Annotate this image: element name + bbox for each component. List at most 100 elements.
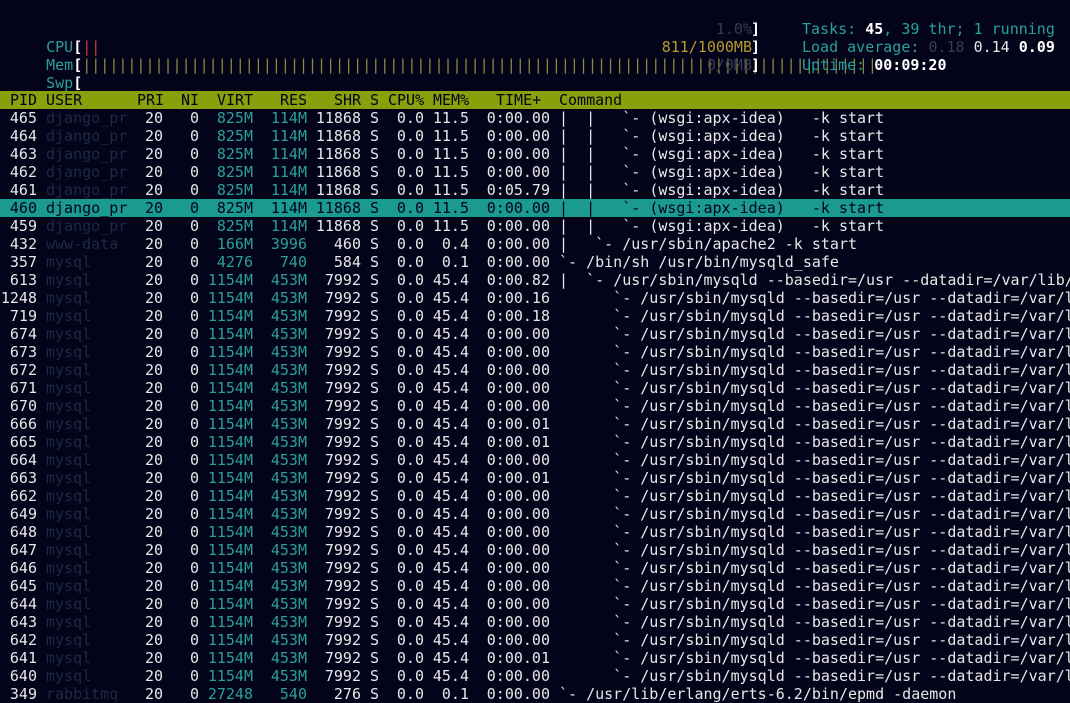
table-row[interactable]: 1248 mysql 20 0 1154M 453M 7992 S 0.0 45.4 0:00.16… (0, 289, 1070, 307)
table-row[interactable]: 665 mysql 20 0 1154M 453M 7992 S 0.0 45.4 0:00.01 … (0, 433, 1070, 451)
table-row[interactable]: 646 mysql 20 0 1154M 453M 7992 S 0.0 45.4 0:00.00 … (0, 559, 1070, 577)
column-ni[interactable]: NI (181, 91, 199, 109)
table-row[interactable]: 357 mysql 20 0 4276 740 584 S 0.0 0.1 0:00.00 `- /b… (0, 253, 1070, 271)
pri-cell: 20 (144, 505, 163, 523)
table-row[interactable]: 349 rabbitmq 20 0 27248 540 276 S 0.0 0.1 0:00.00 `… (0, 685, 1070, 703)
state-cell: S (370, 217, 380, 235)
shr-cell: 11868 (315, 145, 361, 163)
pri-cell: 20 (144, 145, 163, 163)
tree-branch: `- (559, 397, 641, 415)
pid-cell: 1248 (0, 289, 37, 307)
meters-panel: CPU[|| 1.0% ] Mem[||||||||||||||||||||||… (10, 20, 877, 92)
res-cell: 453M (270, 667, 307, 685)
column-user[interactable]: USER (46, 91, 82, 109)
tree-branch: `- (559, 451, 641, 469)
res-cell: 453M (270, 379, 307, 397)
table-row[interactable]: 645 mysql 20 0 1154M 453M 7992 S 0.0 45.4 0:00.00 … (0, 577, 1070, 595)
column-pri[interactable]: PRI (137, 91, 164, 109)
column-state[interactable]: S (370, 91, 379, 109)
shr-cell: 7992 (324, 433, 361, 451)
table-row[interactable]: 672 mysql 20 0 1154M 453M 7992 S 0.0 45.4 0:00.00 … (0, 361, 1070, 379)
table-row[interactable]: 670 mysql 20 0 1154M 453M 7992 S 0.0 45.4 0:00.00 … (0, 397, 1070, 415)
table-row[interactable]: 647 mysql 20 0 1154M 453M 7992 S 0.0 45.4 0:00.00 … (0, 541, 1070, 559)
table-row[interactable]: 662 mysql 20 0 1154M 453M 7992 S 0.0 45.4 0:00.00 … (0, 487, 1070, 505)
pri-cell: 20 (144, 217, 163, 235)
shr-cell: 7992 (324, 361, 361, 379)
virt-cell: 4276 (216, 253, 253, 271)
table-row-selected[interactable]: 460 django_pr 20 0 825M 114M 11868 S 0.0 11.5 0:00… (0, 199, 1070, 217)
table-row[interactable]: 613 mysql 20 0 1154M 453M 7992 S 0.0 45.4 0:00.82 |… (0, 271, 1070, 289)
state-cell: S (370, 289, 380, 307)
time-cell: 0:00.00 (486, 253, 550, 271)
mem-meter-value: 811/1000MB (661, 38, 752, 56)
res-cell: 453M (270, 541, 307, 559)
res-cell: 453M (270, 649, 307, 667)
process-list: 465 django_pr 20 0 825M 114M 11868 S 0.0 11.5 0:00… (0, 109, 1070, 703)
pri-cell: 20 (144, 289, 163, 307)
table-row[interactable]: 644 mysql 20 0 1154M 453M 7992 S 0.0 45.4 0:00.00 … (0, 595, 1070, 613)
ni-cell: 0 (189, 163, 199, 181)
virt-cell: 1154M (207, 307, 253, 325)
time-cell: 0:00.18 (486, 307, 550, 325)
column-command[interactable]: Command (559, 91, 622, 109)
state-cell: S (370, 181, 380, 199)
table-row[interactable]: 674 mysql 20 0 1154M 453M 7992 S 0.0 45.4 0:00.00 … (0, 325, 1070, 343)
column-shr[interactable]: SHR (334, 91, 361, 109)
mem-cell: 45.4 (432, 505, 469, 523)
time-cell: 0:00.00 (486, 487, 550, 505)
virt-cell: 1154M (207, 379, 253, 397)
table-row[interactable]: 641 mysql 20 0 1154M 453M 7992 S 0.0 45.4 0:00.01 … (0, 649, 1070, 667)
ni-cell: 0 (189, 181, 199, 199)
table-row[interactable]: 643 mysql 20 0 1154M 453M 7992 S 0.0 45.4 0:00.00 … (0, 613, 1070, 631)
column-pid[interactable]: PID (10, 91, 37, 109)
table-row[interactable]: 464 django_pr 20 0 825M 114M 11868 S 0.0 11.5 0:00… (0, 127, 1070, 145)
pri-cell: 20 (144, 649, 163, 667)
table-row[interactable]: 671 mysql 20 0 1154M 453M 7992 S 0.0 45.4 0:00.00 … (0, 379, 1070, 397)
state-cell: S (370, 307, 380, 325)
column-res[interactable]: RES (280, 91, 307, 109)
table-row[interactable]: 673 mysql 20 0 1154M 453M 7992 S 0.0 45.4 0:00.00 … (0, 343, 1070, 361)
command-cell: /usr/sbin/mysqld --basedir=/usr --datadi… (640, 595, 1070, 613)
shr-cell: 11868 (315, 109, 361, 127)
column-time[interactable]: TIME+ (496, 91, 541, 109)
pid-cell: 648 (9, 523, 37, 541)
tree-branch: `- (559, 541, 641, 559)
pri-cell: 20 (144, 361, 163, 379)
tree-branch: `- (559, 523, 641, 541)
column-mem[interactable]: MEM% (433, 91, 469, 109)
table-row[interactable]: 649 mysql 20 0 1154M 453M 7992 S 0.0 45.4 0:00.00 … (0, 505, 1070, 523)
pri-cell: 20 (144, 199, 163, 217)
user-cell: mysql (46, 541, 92, 559)
table-row[interactable]: 463 django_pr 20 0 825M 114M 11868 S 0.0 11.5 0:00… (0, 145, 1070, 163)
table-row[interactable]: 719 mysql 20 0 1154M 453M 7992 S 0.0 45.4 0:00.18 … (0, 307, 1070, 325)
cpu-cell: 0.0 (396, 667, 424, 685)
table-row[interactable]: 648 mysql 20 0 1154M 453M 7992 S 0.0 45.4 0:00.00 … (0, 523, 1070, 541)
command-cell: /usr/sbin/mysqld --basedir=/usr --datadi… (640, 469, 1070, 487)
column-virt[interactable]: VIRT (217, 91, 253, 109)
table-row[interactable]: 664 mysql 20 0 1154M 453M 7992 S 0.0 45.4 0:00.00 … (0, 451, 1070, 469)
column-cpu[interactable]: CPU% (388, 91, 424, 109)
shr-cell: 276 (333, 685, 361, 703)
table-row[interactable]: 462 django_pr 20 0 825M 114M 11868 S 0.0 11.5 0:00… (0, 163, 1070, 181)
res-cell: 453M (270, 271, 307, 289)
table-row[interactable]: 642 mysql 20 0 1154M 453M 7992 S 0.0 45.4 0:00.00 … (0, 631, 1070, 649)
mem-cell: 45.4 (432, 343, 469, 361)
table-row[interactable]: 461 django_pr 20 0 825M 114M 11868 S 0.0 11.5 0:05… (0, 181, 1070, 199)
table-row[interactable]: 666 mysql 20 0 1154M 453M 7992 S 0.0 45.4 0:00.01 … (0, 415, 1070, 433)
pri-cell: 20 (144, 253, 163, 271)
command-cell: /usr/lib/erlang/erts-6.2/bin/epmd -daemo… (586, 685, 957, 703)
table-row[interactable]: 432 www-data 20 0 166M 3996 460 S 0.0 0.4 0:00.00 |… (0, 235, 1070, 253)
state-cell: S (370, 343, 380, 361)
table-row[interactable]: 465 django_pr 20 0 825M 114M 11868 S 0.0 11.5 0:00… (0, 109, 1070, 127)
pri-cell: 20 (144, 109, 163, 127)
virt-cell: 1154M (207, 523, 253, 541)
command-cell: /usr/sbin/mysqld --basedir=/usr --datadi… (640, 577, 1070, 595)
pri-cell: 20 (144, 127, 163, 145)
table-row[interactable]: 663 mysql 20 0 1154M 453M 7992 S 0.0 45.4 0:00.01 … (0, 469, 1070, 487)
res-cell: 114M (270, 145, 307, 163)
table-row[interactable]: 640 mysql 20 0 1154M 453M 7992 S 0.0 45.4 0:00.00 … (0, 667, 1070, 685)
table-row[interactable]: 459 django_pr 20 0 825M 114M 11868 S 0.0 11.5 0:00… (0, 217, 1070, 235)
tree-branch: | | `- (559, 217, 650, 235)
ni-cell: 0 (189, 271, 199, 289)
virt-cell: 1154M (207, 667, 253, 685)
